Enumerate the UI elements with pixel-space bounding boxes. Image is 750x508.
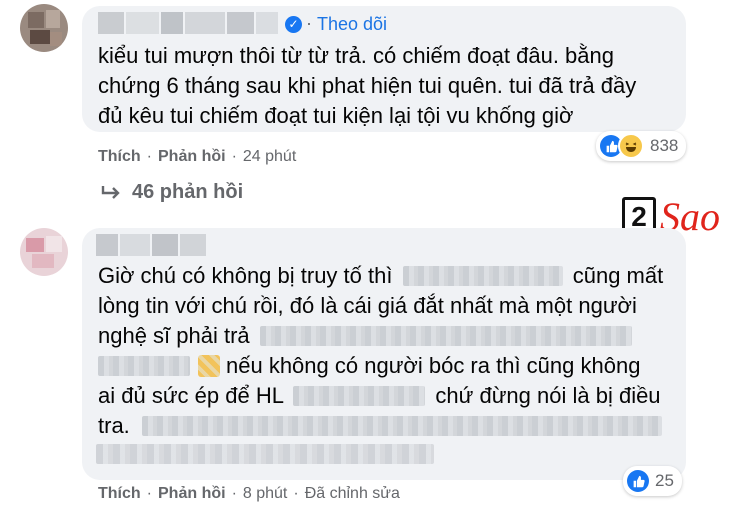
comment-text-line: lòng tin với chú rồi, đó là cái giá đắt … (98, 293, 637, 318)
dot-separator: · (231, 148, 237, 165)
timestamp[interactable]: 8 phút (243, 485, 287, 503)
comment-text-line: chứng 6 tháng sau khi phat hiện tui quên… (98, 73, 637, 98)
blurred-text (402, 266, 563, 286)
reply-button[interactable]: Phản hồi (158, 148, 226, 166)
reply-arrow-icon (101, 185, 120, 199)
blurred-text (259, 326, 632, 346)
commenter-name[interactable] (98, 12, 279, 34)
blurred-text (293, 386, 426, 406)
avatar[interactable] (20, 228, 68, 276)
comment-text-line: nếu không có người bóc ra thì cũng không (98, 350, 640, 381)
timestamp[interactable]: 24 phút (243, 148, 296, 166)
verified-badge-icon: ✓ (285, 16, 302, 33)
blurred-text (98, 356, 190, 376)
dot-separator: · (306, 13, 312, 33)
reaction-summary[interactable]: 838 (596, 131, 687, 161)
comment-text: Giờ chú có không bị truy tố thì (98, 263, 393, 288)
comment-text-line: Giờ chú có không bị truy tố thì cũng mất (98, 260, 663, 291)
blurred-text (141, 416, 662, 436)
reaction-count: 838 (650, 136, 679, 155)
avatar[interactable] (20, 4, 68, 52)
reaction-summary[interactable]: 25 (623, 466, 682, 496)
replies-count-label: 46 phản hồi (132, 181, 244, 203)
like-button[interactable]: Thích (98, 485, 141, 503)
reaction-count: 25 (655, 471, 674, 490)
comment-text-line: kiểu tui mượn thôi từ từ trả. có chiếm đ… (98, 43, 614, 68)
follow-button[interactable]: Theo dõi (317, 14, 387, 35)
comment-text: nếu không có người bóc ra thì cũng không (226, 353, 641, 378)
like-icon (627, 470, 649, 492)
dot-separator: · (146, 148, 152, 165)
reply-button[interactable]: Phản hồi (158, 485, 226, 503)
comment-actions: Thích · Phản hồi · 8 phút · Đã chỉnh sửa (98, 485, 400, 503)
comment-text: ai đủ sức ép để HL (98, 383, 284, 408)
comment-text: tra. (98, 413, 130, 438)
dot-separator: · (231, 485, 237, 502)
view-replies-link[interactable]: 46 phản hồi (100, 181, 243, 204)
blurred-emoji-icon (198, 355, 220, 377)
comment-text-line: đủ kêu tui chiếm đoạt tui kiện lại tội v… (98, 103, 574, 128)
comment-text-line: ai đủ sức ép để HL chứ đừng nói là bị đi… (98, 380, 661, 411)
dot-separator: · (146, 485, 152, 502)
comment-text: chứ đừng nói là bị điều (435, 383, 661, 408)
commenter-name[interactable] (96, 234, 206, 256)
blurred-text (96, 444, 434, 464)
haha-icon (618, 133, 644, 159)
dot-separator: · (293, 485, 299, 502)
edited-label: Đã chỉnh sửa (304, 485, 400, 502)
like-button[interactable]: Thích (98, 148, 141, 166)
comment-text: nghệ sĩ phải trả (98, 323, 250, 348)
comment-text-line: tra. (98, 410, 662, 441)
comment-text: cũng mất (572, 263, 664, 288)
comment-actions: Thích · Phản hồi · 24 phút (98, 148, 296, 166)
comment-text-line: nghệ sĩ phải trả (98, 320, 632, 351)
